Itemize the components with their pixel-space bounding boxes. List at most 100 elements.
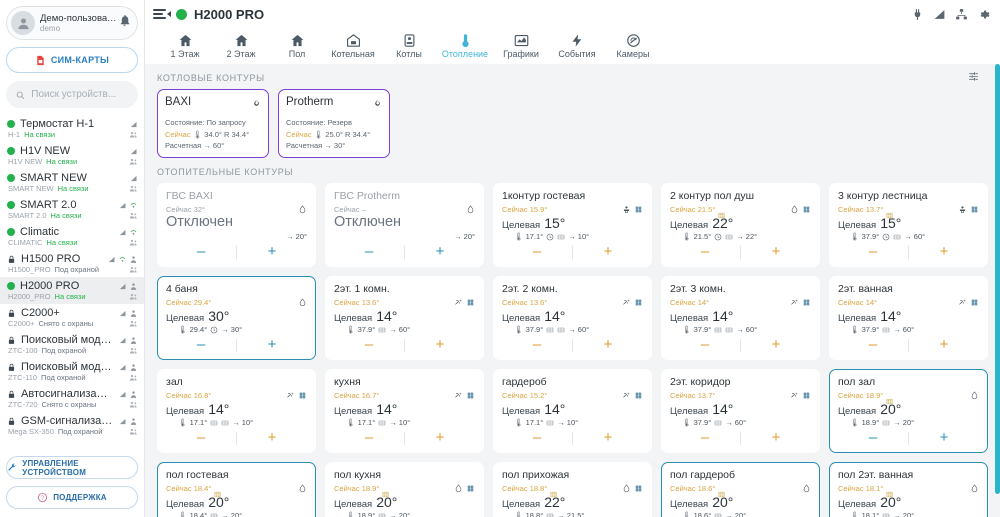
device-list-item[interactable]: H1500 PRO H1500_PRO Под охраной [0,250,144,277]
tab-котлы[interactable]: Котлы [381,28,437,64]
users-icon [129,374,137,381]
decrease-button[interactable]: – [670,430,740,446]
heating-circuit-card[interactable]: 2эт. ванная Сейчас 14° Целевая 14° 🌡 37.9° → … [829,276,988,360]
search-box[interactable] [6,81,138,108]
decrease-button[interactable]: – [838,430,908,446]
heating-circuit-card[interactable]: 2эт. 1 комн. Сейчас 13.6° Целевая 14° 🌡 37.9… [325,276,484,360]
decrease-button[interactable]: – [334,337,404,353]
increase-button[interactable]: + [741,337,811,353]
heating-circuit-card[interactable]: ГВС Protherm Сейчас – Отключен → 20° – + [325,183,484,267]
device-header: Автосигнализация Z... [7,388,138,400]
heating-circuit-card[interactable]: 4 баня Сейчас 29.4° Целевая 30° 🌡 29.4° → 30°… [157,276,316,360]
heating-circuit-card[interactable]: 3 контур лестница Сейчас 13.7° Целевая 15° 🌡… [829,183,988,267]
hamburger-icon[interactable] [153,8,171,20]
increase-button[interactable]: + [405,430,475,446]
increase-button[interactable]: + [573,337,643,353]
decrease-button[interactable]: – [166,337,236,353]
decrease-button[interactable]: – [670,244,740,260]
device-list-item[interactable]: H2000 PRO H2000_PRO На связи [0,277,144,304]
sim-cards-button[interactable]: СИМ-КАРТЫ [6,47,138,73]
tab-камеры[interactable]: Камеры [605,28,661,64]
search-input[interactable] [31,89,129,100]
increase-button[interactable]: + [909,244,979,260]
decrease-button[interactable]: – [334,244,404,260]
boiler-circuit-card[interactable]: BAXI Состояние: По запросу Сейчас 🌡 34.0° … [157,89,269,158]
user-profile[interactable]: Демо-пользовате... demo [6,6,138,40]
power-plug-icon[interactable] [911,8,924,21]
boiler-now: Сейчас 🌡 25.0° R 34.4° [286,130,371,139]
device-list-item[interactable]: H1V NEW H1V NEW На связи [0,142,144,169]
decrease-button[interactable]: – [334,430,404,446]
decrease-button[interactable]: – [166,244,236,260]
heating-circuit-card[interactable]: пол кухня Сейчас 18.9° Целевая 20° 🌡 18.9° → … [325,462,484,517]
circuit-name: 2эт. коридор [670,376,731,388]
increase-button[interactable]: + [237,430,307,446]
decrease-button[interactable]: – [502,244,572,260]
heating-circuit-card[interactable]: 2эт. коридор Сейчас 13.7° Целевая 14° 🌡 37.9… [661,369,820,453]
tab-события[interactable]: События [549,28,605,64]
network-icon[interactable] [955,8,968,21]
decrease-button[interactable]: – [670,337,740,353]
increase-button[interactable]: + [909,337,979,353]
heating-circuit-card[interactable]: пол зал Сейчас 18.9° Целевая 20° 🌡 18.9° → 20… [829,369,988,453]
increase-button[interactable]: + [573,244,643,260]
tab-1-этаж[interactable]: 1 Этаж [157,28,213,64]
heating-circuit-card[interactable]: гардероб Сейчас 15.2° Целевая 14° 🌡 17.1° → 1… [493,369,652,453]
device-list-item[interactable]: C2000+ C2000+ Снято с охраны [0,304,144,331]
heating-circuit-card[interactable]: ГВС BAXI Сейчас 32° Отключен → 20° – + [157,183,316,267]
decrease-button[interactable]: – [502,430,572,446]
decrease-button[interactable]: – [502,337,572,353]
increase-button[interactable]: + [237,337,307,353]
tab-пол[interactable]: Пол [269,28,325,64]
scrollbar[interactable] [995,64,1000,517]
device-list-item[interactable]: Climatic CLIMATIC На связи [0,223,144,250]
heating-circuit-card[interactable]: 2 контур пол душ Сейчас 21.5° Целевая 22° 🌡 … [661,183,820,267]
increase-button[interactable]: + [573,430,643,446]
decrease-button[interactable]: – [838,244,908,260]
device-list-item[interactable]: Автосигнализация Z...ZTC-720Снято с охра… [0,385,144,412]
decrease-button[interactable]: – [166,430,236,446]
filter-button[interactable] [967,70,980,88]
device-title: H1500 PRO [21,253,81,265]
meta-row: 🌡 18.6° → 20° [670,511,811,517]
tab-отопление[interactable]: Отопление [437,28,493,64]
tab-котельная[interactable]: Котельная [325,28,381,64]
increase-button[interactable]: + [741,244,811,260]
gear-icon[interactable] [977,8,990,21]
heating-circuit-card[interactable]: пол прихожая Сейчас 18.8° Целевая 22° 🌡 18.8… [493,462,652,517]
meta-arrow: → 22° [736,232,758,241]
card-icons [958,298,979,307]
heating-circuit-card[interactable]: пол 2эт. ванная Сейчас 18.1° Целевая 20° 🌡 1… [829,462,988,517]
device-management-button[interactable]: УПРАВЛЕНИЕ УСТРОЙСТВОМ [6,456,138,479]
heating-circuit-card[interactable]: 2эт. 2 комн. Сейчас 13.6° Целевая 14° 🌡 37.9… [493,276,652,360]
heating-circuit-card[interactable]: 1контур гостевая Сейчас 15.9° Целевая 15° 🌡 … [493,183,652,267]
water-drop-icon [299,484,306,493]
now-value: Сейчас 13.7° [670,391,716,400]
support-button[interactable]: ? ПОДДЕРЖКА [6,486,138,509]
heating-circuit-card[interactable]: пол гардероб Сейчас 18.6° Целевая 20° 🌡 18.6… [661,462,820,517]
increase-button[interactable]: + [237,244,307,260]
tab-2-этаж[interactable]: 2 Этаж [213,28,269,64]
heating-circuit-card[interactable]: пол гостевая Сейчас 18.4° Целевая 20° 🌡 18.4… [157,462,316,517]
device-list-item[interactable]: GSM-сигнализация ...Mega SX-350Под охран… [0,412,144,439]
decrease-button[interactable]: – [838,337,908,353]
device-list-item[interactable]: SMART NEW SMART NEW На связи [0,169,144,196]
increase-button[interactable]: + [909,430,979,446]
signal-bars-icon[interactable] [933,8,946,21]
boiler-circuit-card[interactable]: Protherm Состояние: Резерв Сейчас 🌡 25.0° … [278,89,390,158]
increase-button[interactable]: + [405,244,475,260]
device-list-item[interactable]: Термостат H-1 H-1 На связи [0,115,144,142]
device-list-item[interactable]: SMART 2.0 SMART 2.0 На связи [0,196,144,223]
device-list-item[interactable]: Поисковый модуль ...ZTC-100Под охраной [0,331,144,358]
bell-icon[interactable] [118,14,131,32]
device-list-item[interactable]: Поисковый модуль ...ZTC-110Под охраной [0,358,144,385]
heating-circuit-card[interactable]: 2эт. 3 комн. Сейчас 14° Целевая 14° 🌡 37.9° →… [661,276,820,360]
avatar [11,11,35,35]
tab-графики[interactable]: Графики [493,28,549,64]
increase-button[interactable]: + [741,430,811,446]
scrollbar-thumb[interactable] [995,64,1000,494]
flame-icon [375,99,380,106]
increase-button[interactable]: + [405,337,475,353]
heating-circuit-card[interactable]: зал Сейчас 16.8° Целевая 14° 🌡 17.1° → 10° – + [157,369,316,453]
heating-circuit-card[interactable]: кухня Сейчас 16.7° Целевая 14° 🌡 17.1° → 10° –… [325,369,484,453]
